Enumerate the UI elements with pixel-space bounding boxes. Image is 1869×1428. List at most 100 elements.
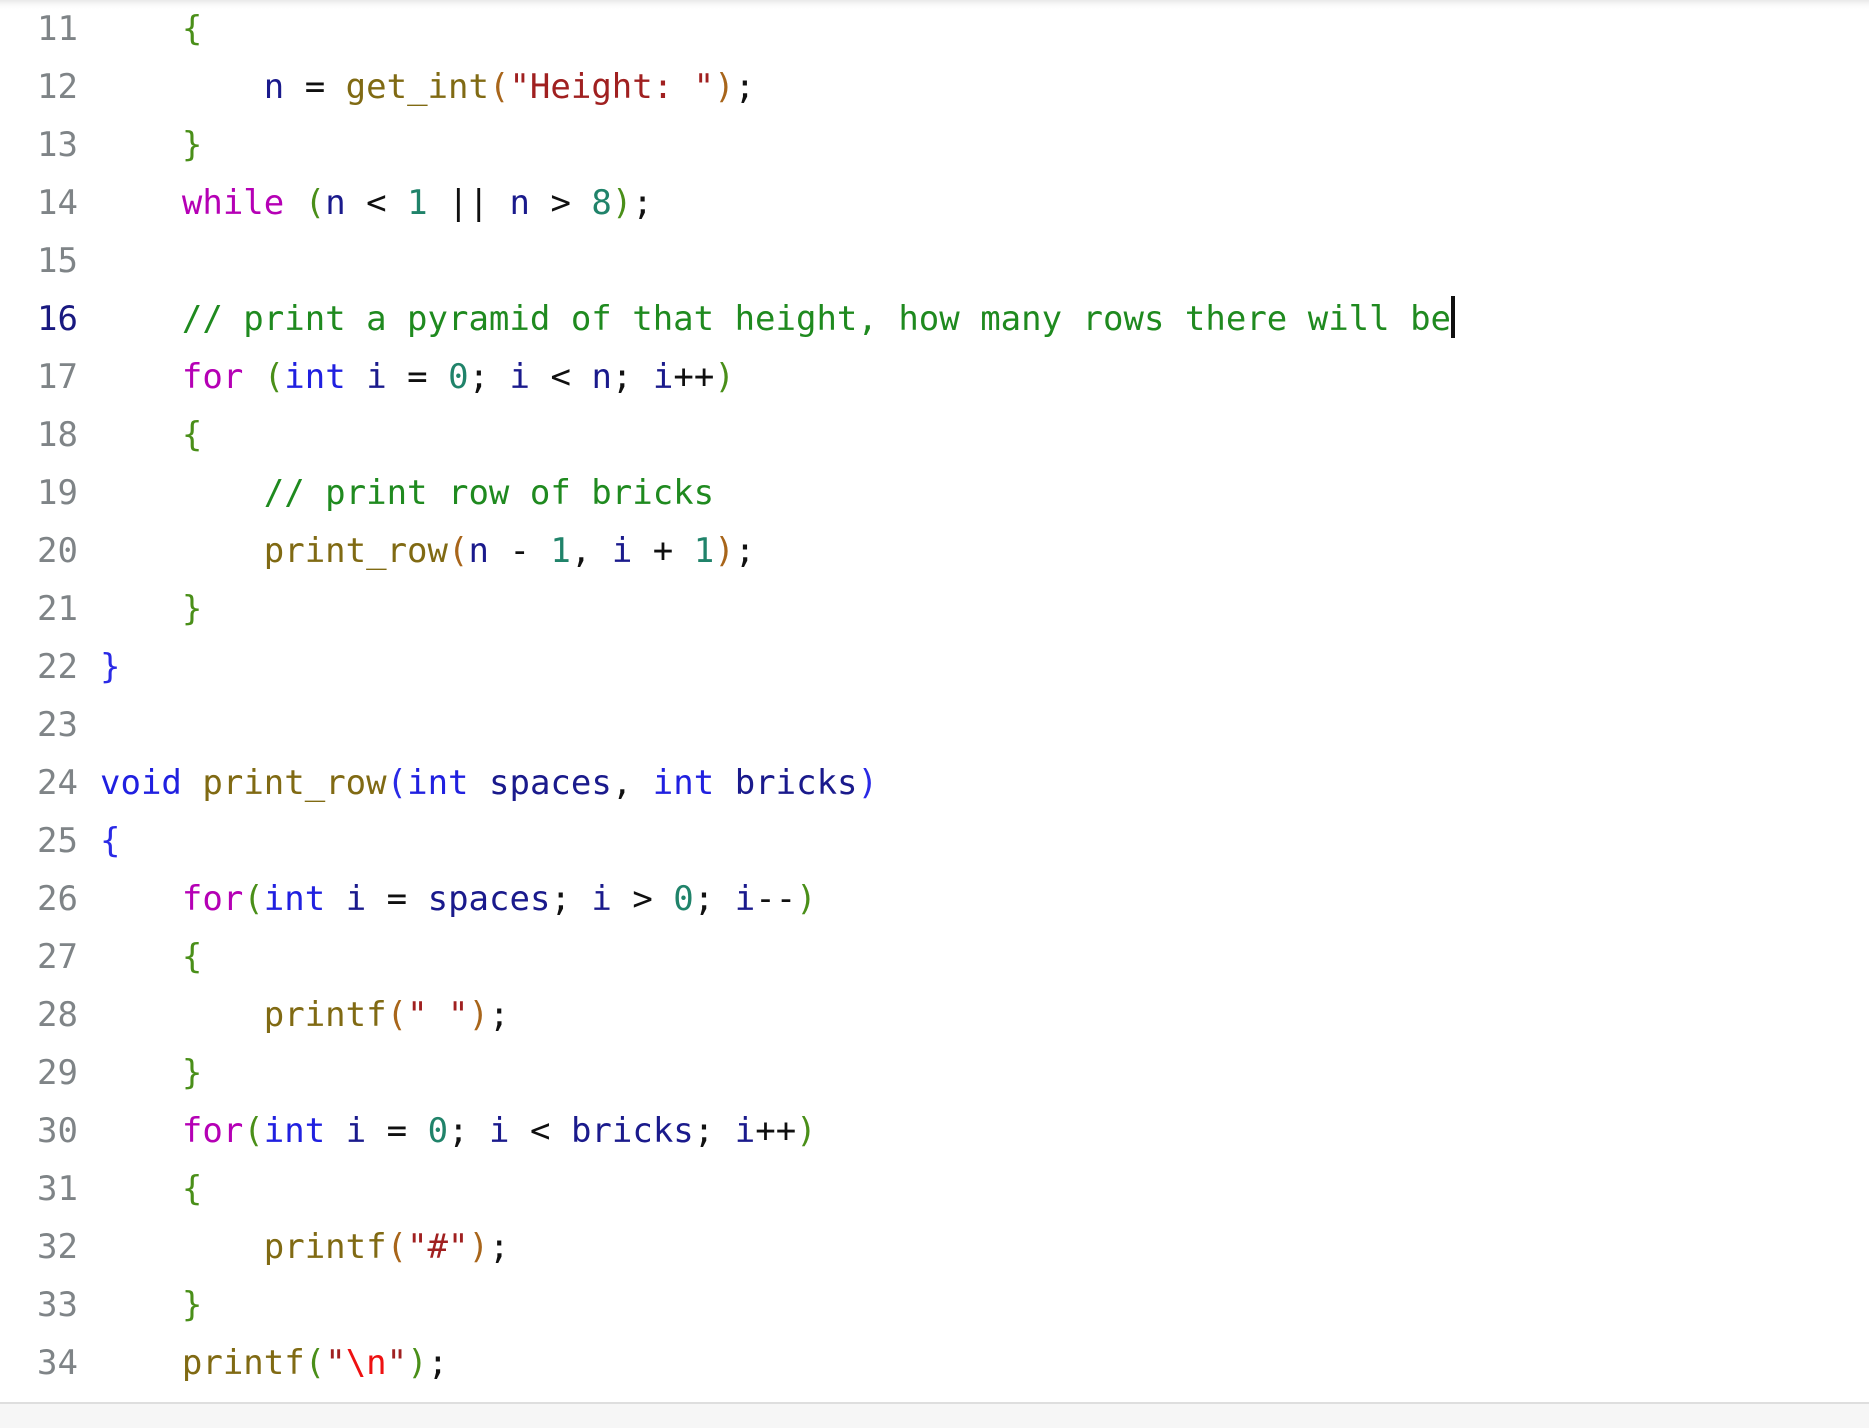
line-number[interactable]: 16 [0, 290, 78, 348]
code-line[interactable]: 13 } [0, 116, 1869, 174]
code-line[interactable]: 14 while (n < 1 || n > 8); [0, 174, 1869, 232]
code-token: ( [304, 1343, 326, 1383]
code-line[interactable]: 17 for (int i = 0; i < n; i++) [0, 348, 1869, 406]
code-line-content[interactable]: print_row(n - 1, i + 1); [78, 522, 1869, 580]
line-number[interactable]: 18 [0, 406, 78, 464]
code-token: n [468, 531, 489, 571]
line-number[interactable]: 26 [0, 870, 78, 928]
line-number[interactable]: 29 [0, 1044, 78, 1102]
line-number[interactable]: 19 [0, 464, 78, 522]
code-token: ( [488, 67, 510, 107]
code-token: ( [386, 763, 408, 803]
code-line[interactable]: 34 printf("\n"); [0, 1334, 1869, 1392]
code-line[interactable]: 18 { [0, 406, 1869, 464]
code-line-content[interactable]: printf(" "); [78, 986, 1869, 1044]
code-line-content[interactable]: for(int i = spaces; i > 0; i--) [78, 870, 1869, 928]
line-number[interactable]: 20 [0, 522, 78, 580]
code-token: void [100, 763, 182, 803]
code-line[interactable]: 26 for(int i = spaces; i > 0; i--) [0, 870, 1869, 928]
code-line-content[interactable]: { [78, 928, 1869, 986]
code-line-content[interactable]: { [78, 406, 1869, 464]
line-number[interactable]: 17 [0, 348, 78, 406]
line-number[interactable]: 33 [0, 1276, 78, 1334]
code-token: ; [468, 357, 510, 397]
code-line[interactable]: 16 // print a pyramid of that height, ho… [0, 290, 1869, 348]
line-number[interactable]: 32 [0, 1218, 78, 1276]
code-token: ; [488, 995, 510, 1035]
code-token: < [345, 183, 408, 223]
code-editor[interactable]: 11 {12 n = get_int("Height: "); 13 } 14 wh… [0, 0, 1869, 1428]
code-line-content[interactable]: } [78, 116, 1869, 174]
code-token: print_row [202, 763, 387, 803]
code-line-content[interactable]: // print row of bricks [78, 464, 1869, 522]
code-token: } [181, 125, 203, 165]
code-token: - [488, 531, 551, 571]
code-token: ) [796, 1111, 817, 1151]
code-line-content[interactable]: { [78, 0, 1869, 58]
code-line[interactable]: 27 { [0, 928, 1869, 986]
code-line[interactable]: 12 n = get_int("Height: "); [0, 58, 1869, 116]
code-line-content[interactable]: n = get_int("Height: "); [78, 58, 1869, 116]
code-line-content[interactable]: for(int i = 0; i < bricks; i++) [78, 1102, 1869, 1160]
line-number[interactable]: 13 [0, 116, 78, 174]
code-token: ) [468, 1227, 489, 1267]
code-token: ( [386, 1227, 408, 1267]
code-line[interactable]: 33 } [0, 1276, 1869, 1334]
line-number[interactable]: 27 [0, 928, 78, 986]
code-token: = [366, 1111, 428, 1151]
code-line[interactable]: 19 // print row of bricks [0, 464, 1869, 522]
code-line[interactable]: 25 { [0, 812, 1869, 870]
code-token: i [489, 1111, 510, 1151]
code-token: > [611, 879, 674, 919]
code-token: { [181, 9, 203, 49]
code-token: ; [734, 531, 756, 571]
line-number[interactable]: 30 [0, 1102, 78, 1160]
line-number[interactable]: 22 [0, 638, 78, 696]
code-line-content[interactable]: } [78, 580, 1869, 638]
code-line[interactable]: 31 { [0, 1160, 1869, 1218]
code-line-content[interactable]: while (n < 1 || n > 8); [78, 174, 1869, 232]
line-number[interactable]: 21 [0, 580, 78, 638]
code-line-content[interactable]: for (int i = 0; i < n; i++) [78, 348, 1869, 406]
code-token: ; [488, 1227, 510, 1267]
code-token: ) [857, 763, 878, 803]
line-number[interactable]: 34 [0, 1334, 78, 1392]
code-line-content[interactable]: printf("\n"); [78, 1334, 1869, 1392]
code-line[interactable]: 22} [0, 638, 1869, 696]
code-line[interactable]: 23 [0, 696, 1869, 754]
line-number[interactable]: 12 [0, 58, 78, 116]
code-line-content[interactable]: void print_row(int spaces, int bricks) [78, 754, 1869, 812]
code-line[interactable]: 30 for(int i = 0; i < bricks; i++) [0, 1102, 1869, 1160]
line-number[interactable]: 23 [0, 696, 78, 754]
line-number[interactable]: 25 [0, 812, 78, 870]
code-line[interactable]: 29 } [0, 1044, 1869, 1102]
code-line-content[interactable]: } [78, 638, 1869, 696]
code-line[interactable]: 32 printf("#"); [0, 1218, 1869, 1276]
code-token: i [509, 357, 531, 397]
code-line-content[interactable]: } [78, 1276, 1869, 1334]
line-number[interactable]: 31 [0, 1160, 78, 1218]
line-number[interactable]: 24 [0, 754, 78, 812]
code-line-content[interactable]: } [78, 1044, 1869, 1102]
line-number[interactable]: 28 [0, 986, 78, 1044]
code-token: ( [263, 357, 285, 397]
code-line[interactable]: 20 print_row(n - 1, i + 1); [0, 522, 1869, 580]
code-token: ; [427, 1343, 449, 1383]
code-line[interactable]: 28 printf(" "); [0, 986, 1869, 1044]
code-token: 1 [407, 183, 428, 223]
code-line[interactable]: 24 void print_row(int spaces, int bricks) [0, 754, 1869, 812]
code-token: for [181, 357, 244, 397]
code-token: spaces [489, 763, 612, 803]
code-line-content[interactable]: { [78, 1160, 1869, 1218]
line-number[interactable]: 14 [0, 174, 78, 232]
code-line-content[interactable]: // print a pyramid of that height, how m… [78, 290, 1869, 348]
code-line-content[interactable]: printf("#"); [78, 1218, 1869, 1276]
code-line[interactable]: 11 { [0, 0, 1869, 58]
code-line[interactable]: 15 [0, 232, 1869, 290]
line-number[interactable]: 15 [0, 232, 78, 290]
code-line-content[interactable]: { [78, 812, 1869, 870]
code-viewport[interactable]: 11 {12 n = get_int("Height: "); 13 } 14 wh… [0, 0, 1869, 1428]
line-number[interactable]: 11 [0, 0, 78, 58]
code-line[interactable]: 21 } [0, 580, 1869, 638]
